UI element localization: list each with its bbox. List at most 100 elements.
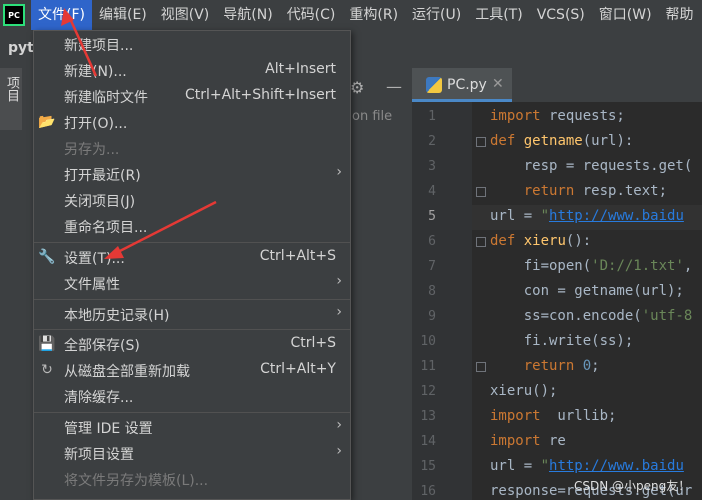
menu-item-save-as[interactable]: 另存为...	[34, 135, 350, 161]
file-menu-dropdown: 新建项目... 新建(N)... Alt+Insert 新建临时文件 Ctrl+…	[33, 30, 351, 500]
fold-marker-icon[interactable]	[476, 187, 486, 197]
menu-item-shortcut: Ctrl+Alt+S	[259, 248, 336, 264]
minimize-icon[interactable]: —	[386, 77, 402, 96]
menu-window[interactable]: 窗口(W)	[592, 0, 659, 30]
menu-separator	[34, 329, 350, 330]
menu-item-reload-all[interactable]: ↻ 从磁盘全部重新加载 Ctrl+Alt+Y	[34, 357, 350, 383]
menu-refactor[interactable]: 重构(R)	[342, 0, 405, 30]
line-number: 8	[428, 284, 436, 299]
menu-item-label: 新项目设置	[64, 447, 134, 463]
menu-code[interactable]: 代码(C)	[280, 0, 343, 30]
menu-separator	[34, 412, 350, 413]
menu-item-new[interactable]: 新建(N)... Alt+Insert	[34, 57, 350, 83]
menu-item-manage-ide-settings[interactable]: 管理 IDE 设置 ›	[34, 414, 350, 440]
menu-view[interactable]: 视图(V)	[154, 0, 217, 30]
menu-item-label: 新建(N)...	[64, 64, 127, 80]
menu-item-invalidate-caches[interactable]: 清除缓存...	[34, 383, 350, 409]
menu-vcs[interactable]: VCS(S)	[530, 0, 592, 30]
line-number: 16	[420, 484, 436, 499]
menu-item-label: 打开最近(R)	[64, 168, 141, 184]
code-line: import requests;	[490, 108, 625, 124]
menu-item-label: 关闭项目(J)	[64, 194, 136, 210]
menu-item-shortcut: Ctrl+Alt+Shift+Insert	[184, 87, 336, 103]
menu-item-settings[interactable]: 🔧 设置(T)... Ctrl+Alt+S	[34, 244, 350, 270]
menu-item-new-scratch-file[interactable]: 新建临时文件 Ctrl+Alt+Shift+Insert	[34, 83, 350, 109]
menu-separator	[34, 242, 350, 243]
menu-item-shortcut: Alt+Insert	[265, 61, 336, 77]
code-line: resp = requests.get(	[490, 158, 693, 174]
menu-help[interactable]: 帮助	[659, 0, 701, 30]
watermark-text: CSDN @小peng友！	[574, 479, 691, 493]
line-number: 1	[428, 109, 436, 124]
project-tool-label: 项目	[4, 76, 19, 102]
chevron-right-icon: ›	[336, 164, 342, 180]
chevron-right-icon: ›	[336, 417, 342, 433]
menu-item-label: 从磁盘全部重新加载	[64, 364, 190, 380]
menu-item-label: 全部保存(S)	[64, 338, 140, 354]
chevron-right-icon: ›	[336, 273, 342, 289]
code-line: fi.write(ss);	[490, 333, 634, 349]
code-line: def getname(url):	[490, 133, 634, 149]
code-line: fi=open('D://1.txt',	[490, 258, 693, 274]
line-number: 14	[420, 434, 436, 449]
code-line: return resp.text;	[523, 183, 668, 199]
menu-item-label: 本地历史记录(H)	[64, 308, 170, 324]
pycharm-logo-icon: PC	[3, 4, 25, 26]
code-line: url = "http://www.baidu	[490, 458, 684, 474]
menu-item-shortcut: Ctrl+S	[290, 335, 336, 351]
code-line: return 0;	[523, 358, 600, 374]
menu-item-save-as-template[interactable]: 将文件另存为模板(L)...	[34, 466, 350, 492]
menu-item-label: 新建项目...	[64, 38, 134, 54]
menu-item-label: 打开(O)...	[64, 116, 128, 132]
close-icon[interactable]: ✕	[492, 76, 504, 92]
code-line: url = "http://www.baidu	[490, 208, 684, 224]
wrench-icon: 🔧	[38, 249, 56, 265]
menu-item-close-project[interactable]: 关闭项目(J)	[34, 187, 350, 213]
menu-item-shortcut: Ctrl+Alt+Y	[260, 361, 336, 377]
editor-tab-label: PC.py	[447, 77, 487, 93]
menu-edit[interactable]: 编辑(E)	[92, 0, 154, 30]
fold-marker-icon[interactable]	[476, 237, 486, 247]
fold-marker-icon[interactable]	[476, 362, 486, 372]
menu-item-local-history[interactable]: 本地历史记录(H) ›	[34, 301, 350, 327]
left-tool-stripe	[0, 68, 23, 500]
code-line: xieru();	[490, 383, 558, 399]
menu-item-new-projects-setup[interactable]: 新项目设置 ›	[34, 440, 350, 466]
code-line: import urllib;	[490, 408, 617, 424]
menu-item-label: 重命名项目...	[64, 220, 148, 236]
line-number: 11	[420, 359, 436, 374]
code-line: con = getname(url);	[490, 283, 684, 299]
menu-item-label: 文件属性	[64, 277, 120, 293]
line-number: 15	[420, 459, 436, 474]
save-icon: 💾	[38, 336, 56, 352]
menu-run[interactable]: 运行(U)	[405, 0, 468, 30]
fold-marker-icon[interactable]	[476, 137, 486, 147]
project-breadcrumb[interactable]: pyt	[8, 40, 34, 56]
line-number: 13	[420, 409, 436, 424]
menu-item-open[interactable]: 📂 打开(O)...	[34, 109, 350, 135]
line-number: 3	[428, 159, 436, 174]
line-number: 2	[428, 134, 436, 149]
menu-item-open-recent[interactable]: 打开最近(R) ›	[34, 161, 350, 187]
code-line: def xieru():	[490, 233, 592, 249]
chevron-right-icon: ›	[336, 443, 342, 459]
gear-icon[interactable]: ⚙	[350, 78, 364, 97]
python-file-icon	[426, 77, 442, 93]
menu-navigate[interactable]: 导航(N)	[216, 0, 279, 30]
line-number: 9	[428, 309, 436, 324]
code-line: import re	[490, 433, 566, 449]
menu-item-new-project[interactable]: 新建项目...	[34, 31, 350, 57]
menu-item-rename-project[interactable]: 重命名项目...	[34, 213, 350, 239]
menu-file[interactable]: 文件(F)	[31, 0, 92, 30]
code-line: ss=con.encode('utf-8	[490, 308, 693, 324]
chevron-right-icon: ›	[336, 304, 342, 320]
menu-item-file-properties[interactable]: 文件属性 ›	[34, 270, 350, 296]
line-number: 4	[428, 184, 436, 199]
line-number: 5	[428, 209, 436, 224]
menu-item-label: 清除缓存...	[64, 390, 134, 406]
line-number: 12	[420, 384, 436, 399]
menu-tools[interactable]: 工具(T)	[468, 0, 529, 30]
menu-item-save-all[interactable]: 💾 全部保存(S) Ctrl+S	[34, 331, 350, 357]
folder-icon: 📂	[38, 114, 56, 130]
refresh-icon: ↻	[41, 362, 53, 378]
